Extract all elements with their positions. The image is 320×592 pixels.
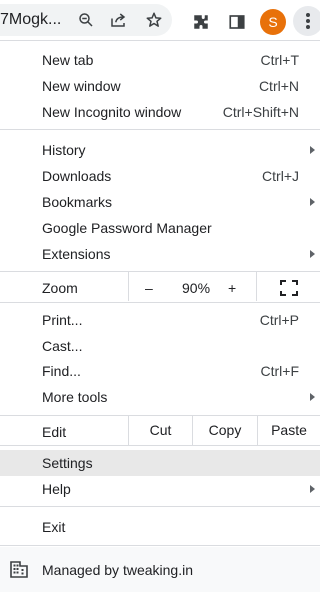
menu-separator [0,445,320,446]
menu-separator [0,302,320,303]
menu-item-exit[interactable]: Exit [0,514,320,540]
bookmark-star-icon[interactable] [142,8,166,32]
managed-by-label-row[interactable]: Managed by tweaking.in [0,557,320,583]
menu-item-label: More tools [42,389,108,405]
menu-item-shortcut: Ctrl+Shift+N [222,104,299,120]
submenu-arrow-icon [310,198,315,206]
copy-button[interactable]: Copy [193,417,257,443]
side-panel-icon[interactable] [225,10,249,34]
menu-separator [0,506,320,507]
kebab-menu-icon[interactable] [293,6,320,36]
menu-item-find[interactable]: Find... Ctrl+F [0,358,320,384]
menu-item-label: Cast... [42,338,83,354]
menu-separator [0,545,320,546]
menu-item-label: Google Password Manager [42,220,212,236]
menu-separator [0,271,320,272]
menu-separator [0,415,320,416]
menu-item-cast[interactable]: Cast... [0,333,320,359]
submenu-arrow-icon [310,146,315,154]
zoom-divider [128,272,129,301]
share-icon[interactable] [106,8,130,32]
menu-separator [0,129,320,130]
profile-avatar[interactable]: S [260,9,286,35]
menu-item-shortcut: Ctrl+F [260,363,300,379]
cut-button[interactable]: Cut [129,417,192,443]
menu-item-password-manager[interactable]: Google Password Manager [0,215,320,241]
submenu-arrow-icon [310,485,315,493]
menu-item-shortcut: Ctrl+T [260,52,300,68]
extensions-icon[interactable] [189,10,213,34]
menu-item-bookmarks[interactable]: Bookmarks [0,189,320,215]
menu-item-new-window[interactable]: New window Ctrl+N [0,73,320,99]
menu-item-print[interactable]: Print... Ctrl+P [0,307,320,333]
menu-item-new-incognito-window[interactable]: New Incognito window Ctrl+Shift+N [0,99,320,125]
menu-item-history[interactable]: History [0,137,320,163]
zoom-divider [256,272,257,301]
zoom-icon[interactable] [74,8,98,32]
omnibox[interactable]: 7Mogk... [0,4,172,36]
menu-row-zoom: Zoom [0,275,320,301]
menu-item-shortcut: Ctrl+P [259,312,299,328]
zoom-out-button[interactable]: – [145,275,153,301]
menu-item-label: Exit [42,519,66,535]
menu-item-extensions[interactable]: Extensions [0,241,320,267]
menu-item-shortcut: Ctrl+N [258,78,299,94]
menu-item-label: New Incognito window [42,104,182,120]
submenu-arrow-icon [310,393,315,401]
managed-by-label: Managed by tweaking.in [42,562,193,578]
zoom-in-button[interactable]: + [228,275,236,301]
menu-item-label: Find... [42,363,81,379]
menu-item-label: Extensions [42,246,111,262]
menu-item-label: New tab [42,52,94,68]
zoom-level-value: 90% [182,280,211,296]
menu-item-new-tab[interactable]: New tab Ctrl+T [0,47,320,73]
browser-toolbar: 7Mogk... S [0,0,320,40]
paste-button[interactable]: Paste [258,417,320,443]
menu-item-settings[interactable]: Settings [0,450,320,476]
menu-item-downloads[interactable]: Downloads Ctrl+J [0,163,320,189]
menu-item-label: Help [42,481,71,497]
submenu-arrow-icon [310,250,315,258]
menu-item-label: History [42,142,86,158]
menu-item-shortcut: Ctrl+J [262,168,299,184]
menu-item-label: Downloads [42,168,112,184]
menu-item-label: Settings [42,455,93,471]
edit-label: Edit [42,424,67,440]
menu-item-more-tools[interactable]: More tools [0,384,320,410]
omnibox-url-text[interactable]: 7Mogk... [0,0,61,42]
menu-item-label: Bookmarks [42,194,113,210]
zoom-label: Zoom [42,280,78,296]
menu-item-label: Print... [42,312,83,328]
menu-item-label: New window [42,78,121,94]
menu-item-help[interactable]: Help [0,476,320,502]
fullscreen-icon[interactable] [280,280,298,296]
